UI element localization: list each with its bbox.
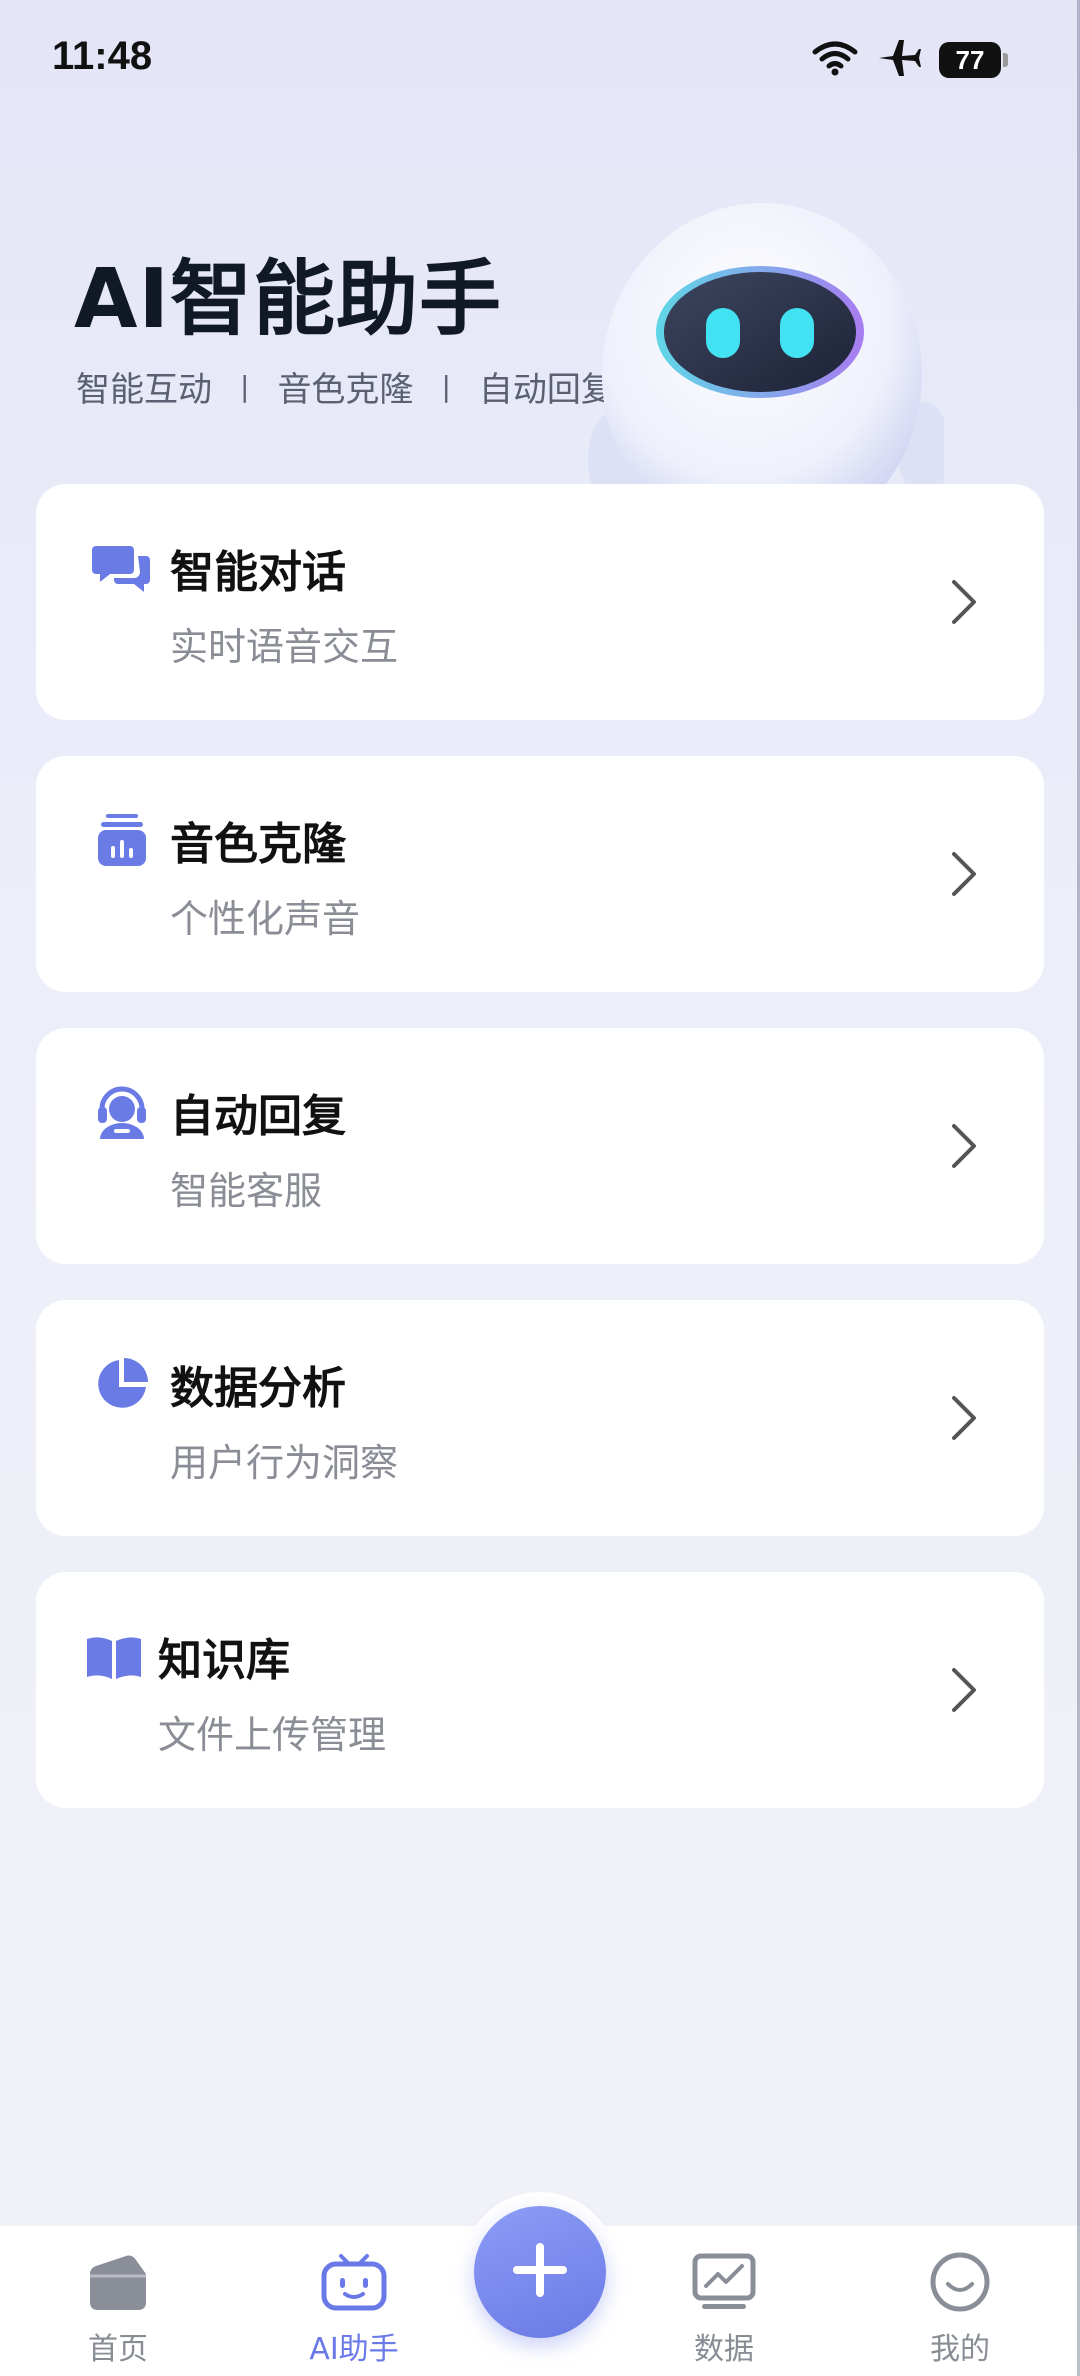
- card-title: 知识库: [158, 1635, 290, 1686]
- card-subtitle: 智能客服: [170, 1169, 323, 1213]
- home-icon: [86, 2252, 150, 2316]
- card-title: 自动回复: [170, 1091, 346, 1142]
- chevron-right-icon: [944, 1120, 984, 1172]
- card-title: 智能对话: [170, 547, 346, 598]
- card-subtitle: 个性化声音: [170, 897, 361, 941]
- airplane-icon: [877, 38, 921, 82]
- tab-label: 首页: [88, 2332, 148, 2367]
- tag-separator: |: [441, 370, 451, 403]
- tab-home[interactable]: 首页: [28, 2252, 208, 2368]
- voice-clone-icon: [90, 808, 154, 872]
- tab-label: AI助手: [309, 2332, 399, 2367]
- wifi-icon: [811, 40, 859, 80]
- hero-tag: 音色克隆: [277, 370, 414, 410]
- card-title: 音色克隆: [170, 819, 346, 870]
- feature-card-data-analysis[interactable]: 数据分析 用户行为洞察: [36, 1300, 1044, 1536]
- chevron-right-icon: [944, 1392, 984, 1444]
- hero-tags: 智能互动 | 音色克隆 | 自动回复: [76, 362, 616, 411]
- feature-card-knowledge-base[interactable]: 知识库 文件上传管理: [36, 1572, 1044, 1808]
- tab-label: 数据: [694, 2332, 754, 2367]
- hero-tag: 智能互动: [76, 370, 212, 410]
- status-icons: 77: [811, 38, 1008, 82]
- robot-tv-icon: [321, 2252, 387, 2316]
- pie-chart-icon: [90, 1352, 154, 1416]
- chevron-right-icon: [944, 848, 984, 900]
- feature-card-voice-clone[interactable]: 音色克隆 个性化声音: [36, 756, 1044, 992]
- battery-icon: 77: [939, 42, 1008, 78]
- battery-level: 77: [939, 42, 1001, 78]
- page-title: AI智能助手: [74, 252, 502, 347]
- robot-mascot-image: [584, 200, 944, 486]
- plus-icon: [505, 2235, 575, 2309]
- feature-card-auto-reply[interactable]: 自动回复 智能客服: [36, 1028, 1044, 1264]
- chart-monitor-icon: [692, 2252, 756, 2316]
- tab-data[interactable]: 数据: [634, 2252, 814, 2368]
- feature-card-chat[interactable]: 智能对话 实时语音交互: [36, 484, 1044, 720]
- card-title: 数据分析: [170, 1363, 346, 1414]
- card-subtitle: 用户行为洞察: [170, 1441, 399, 1485]
- tab-ai-assistant[interactable]: AI助手: [264, 2252, 444, 2368]
- status-time: 11:48: [52, 34, 153, 78]
- tab-mine[interactable]: 我的: [870, 2252, 1050, 2368]
- card-subtitle: 实时语音交互: [170, 625, 399, 669]
- add-button[interactable]: [474, 2206, 606, 2338]
- chevron-right-icon: [944, 1664, 984, 1716]
- smile-icon: [929, 2252, 991, 2316]
- status-bar: 11:48 77: [0, 0, 1080, 120]
- chat-bubbles-icon: [90, 536, 154, 600]
- card-subtitle: 文件上传管理: [158, 1713, 387, 1757]
- book-icon: [82, 1626, 146, 1690]
- tag-separator: |: [240, 370, 250, 403]
- chevron-right-icon: [944, 576, 984, 628]
- customer-service-icon: [90, 1080, 154, 1144]
- tab-label: 我的: [930, 2332, 990, 2367]
